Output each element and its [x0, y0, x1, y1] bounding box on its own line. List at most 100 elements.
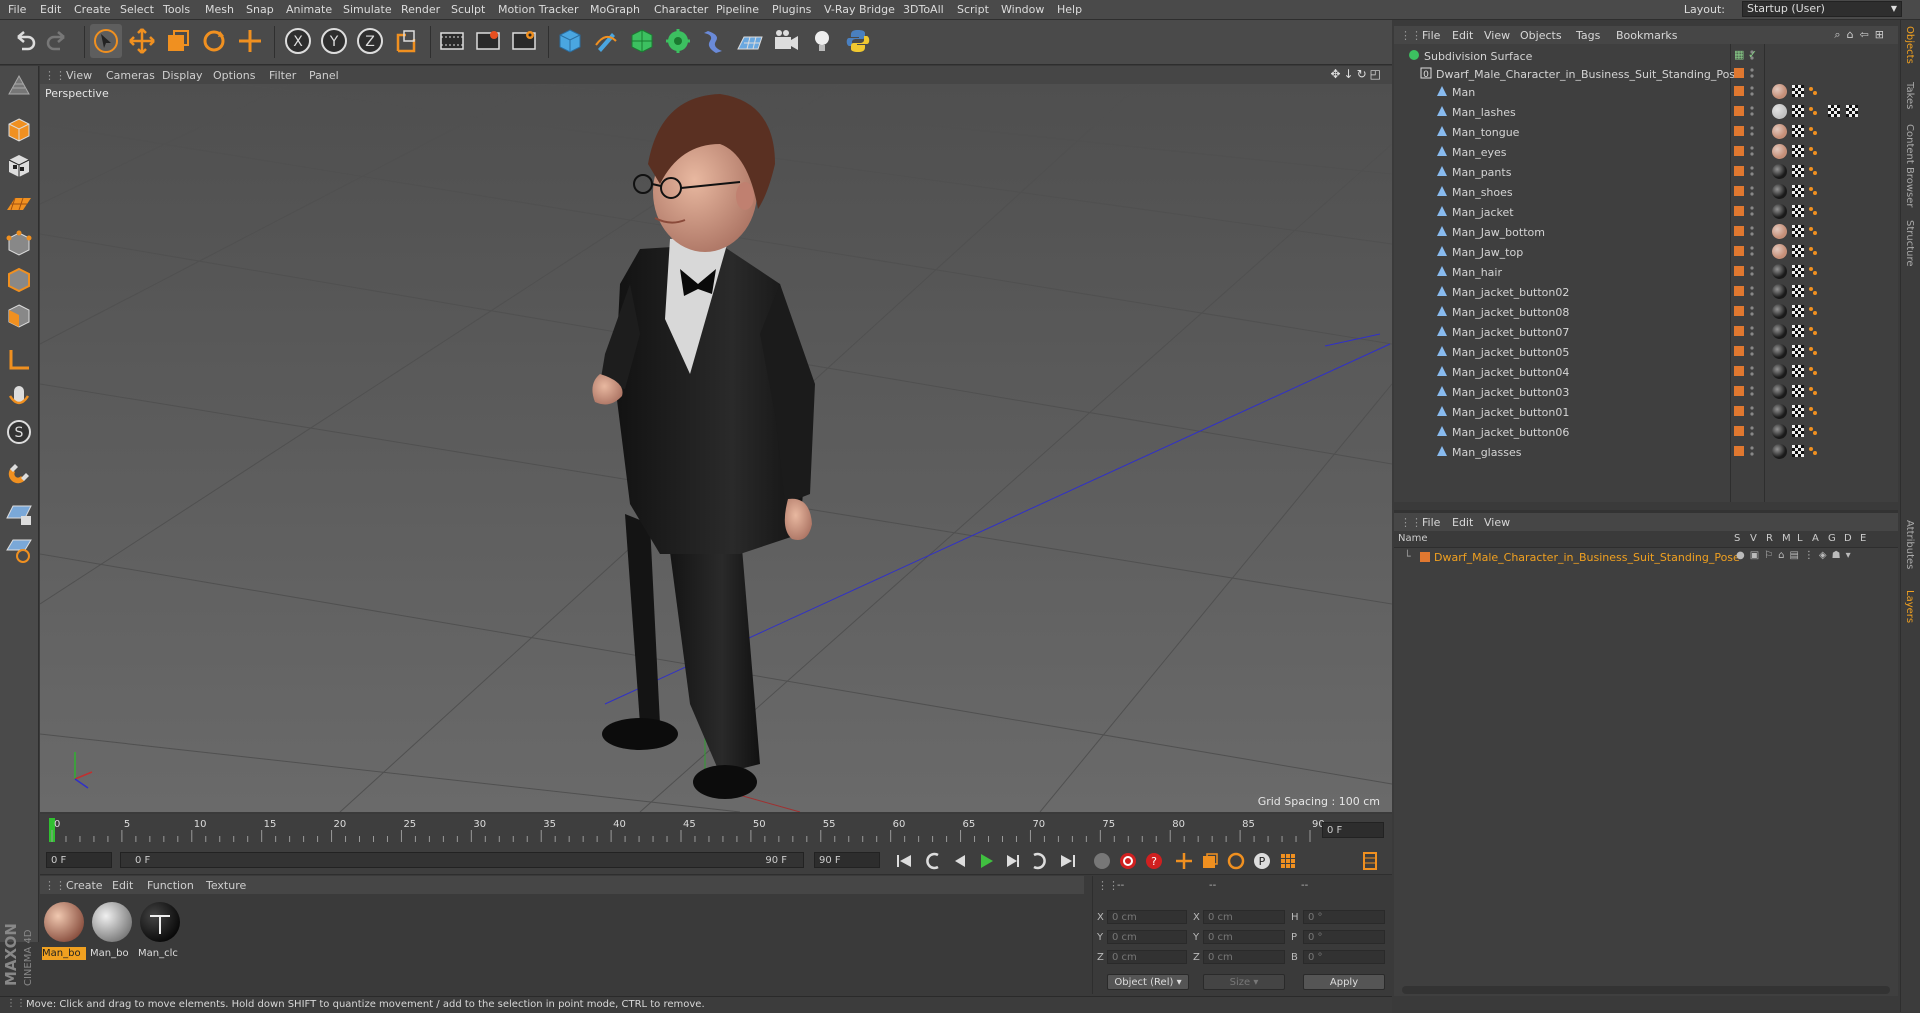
menu-vray-bridge[interactable]: V-Ray Bridge [824, 3, 895, 16]
menu-animate[interactable]: Animate [286, 3, 332, 16]
object-row[interactable]: Man_jacket_button03 [1394, 382, 1898, 402]
size-x-field[interactable]: 0 cm [1203, 910, 1285, 924]
menu-mograph[interactable]: MoGraph [590, 3, 640, 16]
menu-character[interactable]: Character [654, 3, 708, 16]
visibility-dots-icon[interactable] [1750, 165, 1754, 177]
start-frame-field[interactable]: 0 F [46, 852, 112, 868]
object-row[interactable]: Man_Jaw_bottom [1394, 222, 1898, 242]
object-row[interactable]: Man_tongue [1394, 122, 1898, 142]
menu-select[interactable]: Select [120, 3, 154, 16]
texture-tag-icon[interactable] [1792, 265, 1804, 277]
texture-tag-icon[interactable] [1792, 185, 1804, 197]
tab-content-browser[interactable]: Content Browser [1904, 124, 1915, 207]
object-name[interactable]: Man_jacket_button03 [1452, 386, 1569, 399]
selection-tag-icon[interactable] [1808, 146, 1818, 156]
model-mode-icon[interactable] [3, 114, 35, 146]
material-tag-icon[interactable] [1772, 384, 1787, 399]
layer-column-d[interactable]: D [1844, 533, 1852, 544]
selection-tag-icon[interactable] [1808, 386, 1818, 396]
material-tag-icon[interactable] [1772, 364, 1787, 379]
om-search-icons[interactable]: ⌕⌂⇦⊞ [1834, 28, 1890, 42]
layer-column-m[interactable]: M [1782, 533, 1791, 544]
layer-column-v[interactable]: V [1750, 533, 1757, 544]
menu-tools[interactable]: Tools [163, 3, 190, 16]
layer-color-chip[interactable] [1734, 306, 1744, 316]
material-tag-icon[interactable] [1772, 264, 1787, 279]
visibility-dots-icon[interactable] [1750, 125, 1754, 137]
material-tag-icon[interactable] [1772, 344, 1787, 359]
material-tag-icon[interactable] [1772, 144, 1787, 159]
material-tag-icon[interactable] [1772, 164, 1787, 179]
coordinate-mode-dropdown[interactable]: Object (Rel) ▾ [1107, 974, 1189, 990]
record-off-icon[interactable] [1090, 850, 1114, 872]
layer-color-chip[interactable] [1734, 106, 1744, 116]
object-row[interactable]: Man_pants [1394, 162, 1898, 182]
layer-color-chip[interactable] [1734, 286, 1744, 296]
material-thumbnail[interactable]: Man_bo [42, 900, 86, 960]
texture-tag-icon[interactable] [1792, 145, 1804, 157]
end-frame-field[interactable]: 90 F [814, 852, 880, 868]
selection-tag-icon[interactable] [1808, 266, 1818, 276]
z-axis-icon[interactable]: Z [354, 24, 386, 58]
visibility-dots-icon[interactable] [1750, 225, 1754, 237]
object-name[interactable]: Subdivision Surface [1424, 50, 1532, 63]
layout-dropdown[interactable]: Startup (User) [1742, 1, 1902, 17]
points-mode-icon[interactable] [3, 228, 35, 260]
layer-color-chip[interactable] [1734, 86, 1744, 96]
layer-color-chip[interactable] [1734, 126, 1744, 136]
selection-tag-icon[interactable] [1808, 306, 1818, 316]
current-frame-field[interactable]: 0 F [1322, 822, 1384, 838]
layer-name[interactable]: Dwarf_Male_Character_in_Business_Suit_St… [1434, 551, 1740, 564]
axis-mode-icon[interactable] [3, 344, 35, 376]
om-menu-objects[interactable]: Objects [1520, 29, 1562, 42]
material-tag-icon[interactable] [1772, 284, 1787, 299]
key-position-icon[interactable] [1172, 850, 1196, 872]
object-name[interactable]: Man_shoes [1452, 186, 1513, 199]
layer-color-chip[interactable] [1734, 346, 1744, 356]
material-menu-edit[interactable]: Edit [112, 879, 133, 892]
tab-attributes[interactable]: Attributes [1904, 520, 1915, 569]
object-name[interactable]: Man_Jaw_top [1452, 246, 1523, 259]
cube-icon[interactable] [554, 24, 586, 58]
texture-tag-icon[interactable] [1792, 425, 1804, 437]
visibility-dots-icon[interactable] [1750, 445, 1754, 457]
texture-tag-icon[interactable] [1846, 105, 1858, 117]
object-name[interactable]: Man_tongue [1452, 126, 1519, 139]
layer-column-e[interactable]: E [1860, 533, 1866, 544]
texture-tag-icon[interactable] [1792, 365, 1804, 377]
object-row[interactable]: Man [1394, 82, 1898, 102]
om-menu-bookmarks[interactable]: Bookmarks [1616, 29, 1677, 42]
object-row[interactable]: Man_jacket_button01 [1394, 402, 1898, 422]
selection-tag-icon[interactable] [1808, 446, 1818, 456]
visibility-dots-icon[interactable] [1750, 67, 1754, 79]
layer-color-chip[interactable] [1734, 446, 1744, 456]
go-to-end-icon[interactable] [1056, 850, 1080, 872]
scale-icon[interactable] [162, 24, 194, 58]
material-thumbnail[interactable]: Man_bo [90, 900, 134, 959]
material-tag-icon[interactable] [1772, 304, 1787, 319]
menu-3dtoall[interactable]: 3DToAll [903, 3, 944, 16]
selection-tag-icon[interactable] [1808, 426, 1818, 436]
texture-tag-icon[interactable] [1792, 325, 1804, 337]
object-name[interactable]: Man_jacket_button08 [1452, 306, 1569, 319]
object-row[interactable]: Man_Jaw_top [1394, 242, 1898, 262]
layer-color-chip[interactable] [1734, 68, 1744, 78]
visibility-dots-icon[interactable] [1750, 105, 1754, 117]
record-active-icon[interactable] [1116, 850, 1140, 872]
selection-tag-icon[interactable] [1808, 206, 1818, 216]
material-tag-icon[interactable] [1772, 124, 1787, 139]
texture-tag-icon[interactable] [1792, 165, 1804, 177]
visibility-dots-icon[interactable] [1750, 385, 1754, 397]
frame-range-slider[interactable]: 0 F 90 F [120, 852, 804, 868]
material-tag-icon[interactable] [1772, 444, 1787, 459]
visibility-dots-icon[interactable] [1750, 305, 1754, 317]
layer-color-chip[interactable] [1734, 386, 1744, 396]
texture-tag-icon[interactable] [1828, 105, 1840, 117]
3d-viewport[interactable]: Perspective Grid Spacing : 100 cm [40, 84, 1392, 812]
timeline-ruler[interactable]: 0 5 10 15 20 25 30 35 40 45 50 55 60 65 70 75 80 85 90 0 F [40, 814, 1392, 848]
layer-color-chip[interactable] [1734, 146, 1744, 156]
x-axis-icon[interactable]: X [282, 24, 314, 58]
object-name[interactable]: Man_eyes [1452, 146, 1506, 159]
layer-color-chip[interactable] [1734, 226, 1744, 236]
previous-key-icon[interactable] [922, 850, 946, 872]
